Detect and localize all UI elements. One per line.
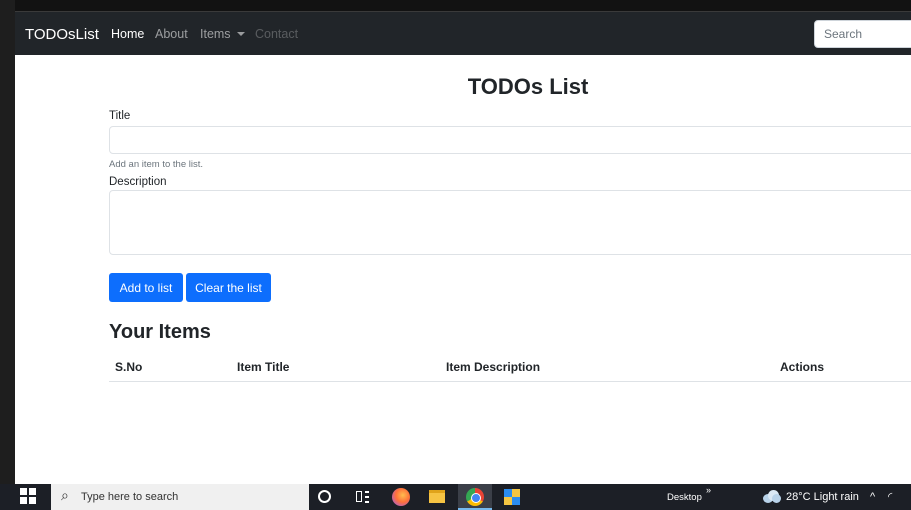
nav-dropdown-items[interactable]: Items <box>200 12 245 55</box>
browser-viewport: TODOsList Home About Items Contact TODOs… <box>15 12 911 484</box>
column-header-item-title: Item Title <box>231 354 440 382</box>
tray-chevron-up-icon[interactable]: ^ <box>870 484 875 510</box>
add-to-list-button[interactable]: Add to list <box>109 273 183 302</box>
security-shield-icon[interactable] <box>503 488 521 506</box>
page-title: TODOs List <box>467 74 589 99</box>
nav-dropdown-items-label: Items <box>200 27 231 41</box>
chrome-icon[interactable] <box>466 488 484 506</box>
navbar: TODOsList Home About Items Contact <box>15 12 911 55</box>
editor-left-strip <box>0 0 15 484</box>
task-view-icon[interactable] <box>354 488 372 506</box>
search-icon: ⌕ <box>61 487 69 503</box>
clear-list-button[interactable]: Clear the list <box>186 273 271 302</box>
table-header-row: S.No Item Title Item Description Actions <box>109 354 911 382</box>
caret-down-icon <box>236 32 245 36</box>
navbar-brand[interactable]: TODOsList <box>25 12 99 55</box>
title-label: Title <box>109 110 131 122</box>
screen: TODOsList Home About Items Contact TODOs… <box>0 0 911 510</box>
cortana-icon[interactable] <box>318 490 331 503</box>
weather-text[interactable]: 28°C Light rain <box>786 484 859 510</box>
nav-link-contact: Contact <box>255 27 299 41</box>
weather-cloud-rain-icon[interactable] <box>763 490 781 503</box>
window-top-strip <box>0 0 911 12</box>
taskbar: ⌕ Type here to search Desktop » 28°C Lig… <box>0 484 911 510</box>
column-header-sno: S.No <box>109 354 231 382</box>
taskbar-search-box[interactable]: ⌕ Type here to search <box>51 484 309 510</box>
nav-link-home[interactable]: Home <box>111 12 144 55</box>
description-label: Description <box>109 176 167 188</box>
file-explorer-icon[interactable] <box>429 490 445 503</box>
desktop-toolbar-label[interactable]: Desktop <box>667 484 702 510</box>
taskbar-search-placeholder: Type here to search <box>81 491 179 503</box>
firefox-icon[interactable] <box>392 488 410 506</box>
windows-start-icon[interactable] <box>20 488 38 506</box>
title-input[interactable] <box>109 126 911 154</box>
title-help-text: Add an item to the list. <box>109 159 203 170</box>
description-textarea[interactable] <box>109 190 911 255</box>
network-icon[interactable]: ◜ <box>888 484 892 510</box>
desktop-chevron-icon[interactable]: » <box>706 484 711 496</box>
nav-link-about[interactable]: About <box>155 12 188 55</box>
items-table: S.No Item Title Item Description Actions <box>109 354 911 382</box>
column-header-actions: Actions <box>774 354 911 382</box>
column-header-item-description: Item Description <box>440 354 774 382</box>
items-heading: Your Items <box>109 321 211 343</box>
navbar-search-input[interactable] <box>814 20 911 48</box>
